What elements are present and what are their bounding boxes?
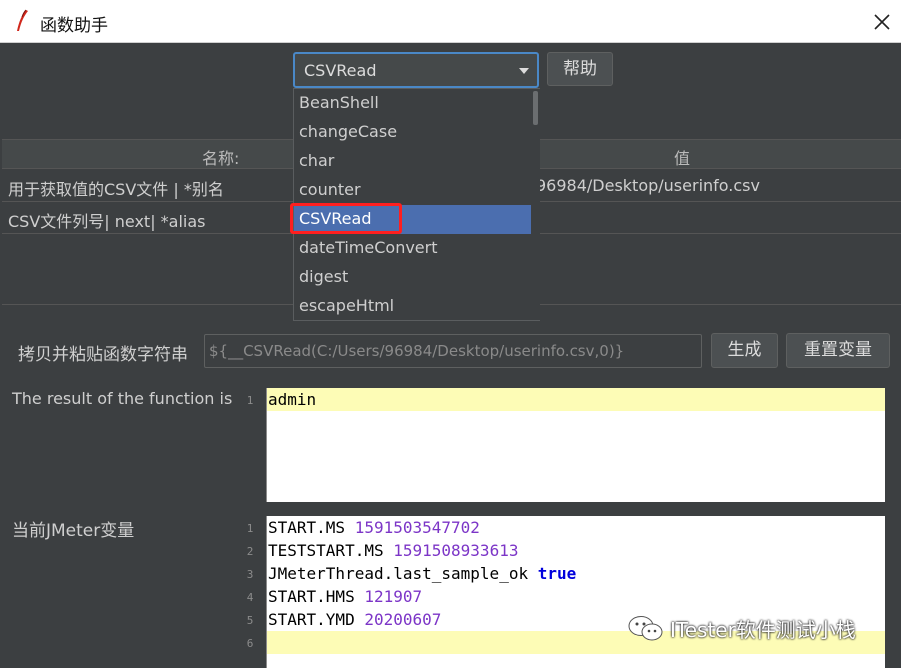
line-number: 3 xyxy=(246,568,254,581)
dropdown-option[interactable]: changeCase xyxy=(294,118,531,147)
var-key: START.YMD xyxy=(268,610,355,629)
editor-line: JMeterThread.last_sample_ok true xyxy=(267,562,885,585)
window-title: 函数助手 xyxy=(40,16,108,36)
column-header-value: 值 xyxy=(674,149,691,168)
result-editor[interactable]: 1 admin xyxy=(240,388,885,502)
editor-line: START.HMS 121907 xyxy=(267,585,885,608)
var-value: true xyxy=(537,564,577,583)
result-text: admin xyxy=(268,390,317,409)
line-number-gutter: 1 xyxy=(240,388,267,502)
var-key: START.HMS xyxy=(268,587,355,606)
annotation-highlight-box xyxy=(290,203,402,234)
reset-variables-button[interactable]: 重置变量 xyxy=(786,333,890,368)
watermark-text: ITester软件测试小栈 xyxy=(670,618,856,642)
wechat-icon xyxy=(628,616,663,641)
line-number-gutter: 1 2 3 4 5 6 xyxy=(240,516,267,668)
var-key: TESTSTART.MS xyxy=(268,541,384,560)
close-icon[interactable] xyxy=(872,12,892,32)
dropdown-option[interactable]: escapeHtml xyxy=(294,292,531,321)
dropdown-option[interactable]: char xyxy=(294,147,531,176)
generate-button[interactable]: 生成 xyxy=(711,333,778,368)
watermark: ITester软件测试小栈 xyxy=(628,612,888,644)
var-value: 1591503547702 xyxy=(354,518,480,537)
function-string-field[interactable]: ${__CSVRead(C:/Users/96984/Desktop/useri… xyxy=(204,334,702,368)
var-value: 20200607 xyxy=(364,610,442,629)
help-button[interactable]: 帮助 xyxy=(547,52,613,86)
editor-line: TESTSTART.MS 1591508933613 xyxy=(267,539,885,562)
var-key: JMeterThread.last_sample_ok xyxy=(268,564,529,583)
var-value: 121907 xyxy=(364,587,423,606)
function-string-value: ${__CSVRead(C:/Users/96984/Desktop/useri… xyxy=(209,342,625,360)
function-select-value: CSVRead xyxy=(304,61,377,80)
title-bar: 函数助手 xyxy=(0,0,901,43)
column-header-name: 名称: xyxy=(202,149,240,168)
param-value[interactable]: 96984/Desktop/userinfo.csv xyxy=(536,176,760,195)
dropdown-option[interactable]: digest xyxy=(294,263,531,292)
param-name: 用于获取值的CSV文件 | *别名 xyxy=(8,180,224,199)
var-key: START.MS xyxy=(268,518,346,537)
dropdown-option[interactable]: dateTimeConvert xyxy=(294,234,531,263)
line-number: 1 xyxy=(246,394,254,407)
function-select[interactable]: CSVRead xyxy=(293,52,539,88)
line-number: 6 xyxy=(246,637,254,650)
jmeter-variables-editor[interactable]: 1 2 3 4 5 6 START.MS 1591503547702 TESTS… xyxy=(240,516,885,668)
line-number: 2 xyxy=(246,545,254,558)
editor-line: START.MS 1591503547702 xyxy=(267,516,885,539)
jmeter-variables-label: 当前JMeter变量 xyxy=(12,521,135,541)
param-name: CSV文件列号| next| *alias xyxy=(8,212,206,231)
function-string-label: 拷贝并粘贴函数字符串 xyxy=(18,345,188,365)
dropdown-option[interactable]: counter xyxy=(294,176,531,205)
result-label: The result of the function is xyxy=(12,389,233,408)
line-number: 4 xyxy=(246,591,254,604)
chevron-down-icon[interactable] xyxy=(519,68,529,74)
line-number: 1 xyxy=(246,522,254,535)
line-number: 5 xyxy=(246,614,254,627)
dropdown-scrollbar[interactable] xyxy=(531,89,540,320)
scrollbar-thumb[interactable] xyxy=(533,91,538,125)
editor-line: admin xyxy=(267,388,885,411)
feather-icon xyxy=(17,9,28,31)
dropdown-option[interactable]: BeanShell xyxy=(294,89,531,118)
var-value: 1591508933613 xyxy=(393,541,519,560)
